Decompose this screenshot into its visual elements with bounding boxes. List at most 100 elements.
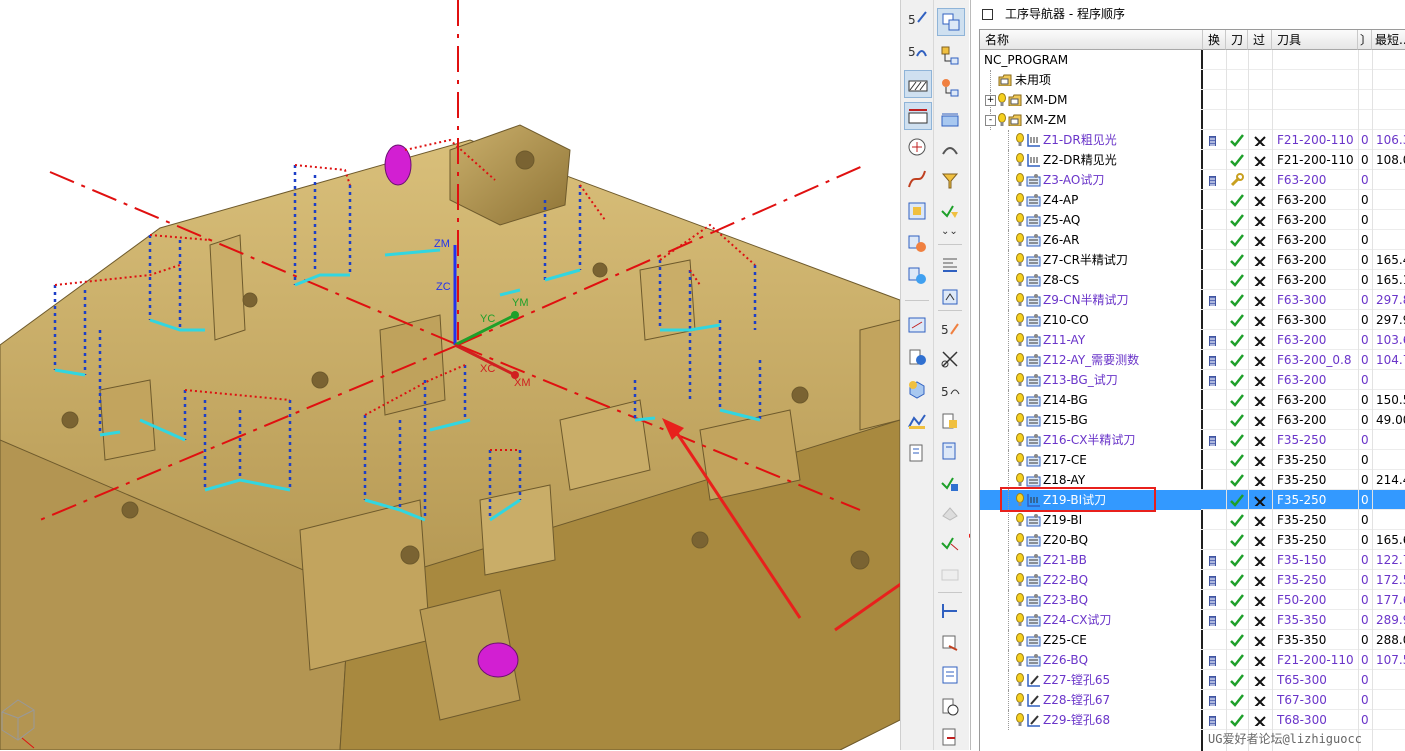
tree-line <box>1008 570 1010 590</box>
bar-icon[interactable] <box>904 102 932 130</box>
axis-label-zc: ZC <box>436 281 451 293</box>
zlevel-icon <box>1026 353 1041 367</box>
column-header-tool[interactable]: 刀具 <box>1272 30 1358 50</box>
output-icon[interactable] <box>937 598 963 624</box>
column-header-path[interactable]: 刀 <box>1226 30 1248 50</box>
expand-icon[interactable]: + <box>985 95 996 106</box>
operation-row[interactable]: Z28-镗孔67 T67-300 0 <box>980 690 1405 710</box>
operation-row[interactable]: Z21-BB F35-150 0 122.7 <box>980 550 1405 570</box>
model-view[interactable]: ZM ZC YC YM XC XM <box>0 0 900 750</box>
shop-doc-icon[interactable] <box>937 662 963 688</box>
create-program-icon[interactable]: 5 <box>904 6 930 32</box>
postprocess-icon[interactable] <box>937 630 963 656</box>
operation-row[interactable]: Z8-CS F63-200 0 165.1 <box>980 270 1405 290</box>
verify-icon[interactable] <box>937 530 963 556</box>
operation-row[interactable]: Z15-BG F63-200 0 49.00 <box>980 410 1405 430</box>
circle-icon[interactable] <box>904 134 930 160</box>
operation-row[interactable]: Z25-CE F35-350 0 288.0 <box>980 630 1405 650</box>
operation-row[interactable]: Z23-BQ F50-200 0 177.6 <box>980 590 1405 610</box>
operation-row[interactable]: Z14-BG F63-200 0 150.5 <box>980 390 1405 410</box>
operation-row[interactable]: Z1-DR粗见光 F21-200-110 0 106.3 <box>980 130 1405 150</box>
clock-icon[interactable] <box>937 694 963 720</box>
column-header-verify[interactable]: 过 <box>1248 30 1272 50</box>
tool-change-icon <box>1209 714 1216 726</box>
column-header-extra[interactable]: 〕 <box>1358 30 1372 50</box>
program-row[interactable]: NC_PROGRAM <box>980 50 1405 70</box>
scissors-icon[interactable] <box>937 346 963 372</box>
document-icon[interactable] <box>937 438 963 464</box>
operation-row[interactable]: Z10-CO F63-300 0 297.9 <box>980 310 1405 330</box>
create-tool-icon[interactable]: 5 <box>904 38 930 64</box>
checkmark-icon[interactable] <box>937 198 963 224</box>
shortest-distance: 288.0 <box>1376 633 1405 647</box>
export-icon[interactable] <box>937 724 963 750</box>
operation-row[interactable]: Z26-BQ F21-200-110 0 107.5 <box>980 650 1405 670</box>
operation-row[interactable]: Z11-AY F63-200 0 103.6 <box>980 330 1405 350</box>
tool-name: F21-200-110 <box>1277 653 1354 667</box>
geometry-icon[interactable] <box>937 8 965 36</box>
status-bulb-icon <box>1016 333 1024 347</box>
operation-row[interactable]: Z19-BI F35-250 0 <box>980 510 1405 530</box>
shortest-distance: 165.6 <box>1376 533 1405 547</box>
graphics-viewport[interactable]: ZM ZC YC YM XC XM <box>0 0 900 750</box>
operation-row[interactable]: Z7-CR半精试刀 F63-200 0 165.4 <box>980 250 1405 270</box>
column-header-name[interactable]: 名称 <box>980 30 1203 50</box>
collapse-icon[interactable]: - <box>985 115 996 126</box>
tree-icon[interactable] <box>937 74 963 100</box>
operation-row[interactable]: Z9-CN半精试刀 F63-300 0 297.8 <box>980 290 1405 310</box>
not-verified-x-icon <box>1254 174 1266 186</box>
display-path-icon[interactable] <box>904 70 932 98</box>
tree-icon[interactable] <box>937 42 963 68</box>
operation-row[interactable]: Z4-AP F63-200 0 <box>980 190 1405 210</box>
verify-icon[interactable] <box>904 344 930 370</box>
funnel-icon[interactable] <box>937 168 963 194</box>
operation-row[interactable]: Z13-BG_试刀 F63-200 0 <box>980 370 1405 390</box>
operation-row[interactable]: Z3-AO试刀 F63-200 0 <box>980 170 1405 190</box>
list-icon[interactable] <box>937 252 963 278</box>
path-ok-check-icon <box>1230 473 1244 487</box>
frame-icon[interactable] <box>904 198 930 224</box>
column-header-tool-change[interactable]: 换 <box>1203 30 1226 50</box>
curve-icon[interactable] <box>904 166 930 192</box>
status-bulb-icon <box>1016 613 1024 627</box>
simulate-icon[interactable] <box>904 408 930 434</box>
operation-row[interactable]: Z22-BQ F35-250 0 172.5 <box>980 570 1405 590</box>
machine-icon[interactable] <box>937 138 963 164</box>
tool-name: F21-200-110 <box>1277 133 1354 147</box>
expand-icon[interactable]: ⌄⌄ <box>937 222 963 238</box>
paste-icon[interactable] <box>937 408 963 434</box>
operation-row[interactable]: Z17-CE F35-250 0 <box>980 450 1405 470</box>
generate-icon[interactable] <box>937 470 963 496</box>
tool-name: F63-200 <box>1277 413 1327 427</box>
operation-row[interactable]: Z5-AQ F63-200 0 <box>980 210 1405 230</box>
sort-icon[interactable] <box>937 284 963 310</box>
operation-row[interactable]: Z12-AY_需要测数 F63-200_0.8 0 104.7 <box>980 350 1405 370</box>
tool-number: 0 <box>1361 693 1369 707</box>
program-row[interactable]: + XM-DM <box>980 90 1405 110</box>
operation-row[interactable]: Z29-镗孔68 T68-300 0 <box>980 710 1405 730</box>
operation-name: Z21-BB <box>1043 553 1087 567</box>
operation-row[interactable]: Z20-BQ F35-250 0 165.6 <box>980 530 1405 550</box>
postprocess-icon[interactable] <box>904 440 930 466</box>
shortest-distance: 108.0 <box>1376 153 1405 167</box>
operation-row[interactable]: Z16-CX半精试刀 F35-250 0 <box>980 430 1405 450</box>
zlevel-icon <box>1026 253 1041 267</box>
settings-icon[interactable] <box>904 230 930 256</box>
machine-icon[interactable] <box>904 312 930 338</box>
cut-icon[interactable]: 5 <box>937 316 963 342</box>
gears-icon[interactable] <box>904 262 930 288</box>
column-header-shortest[interactable]: 最短... <box>1372 30 1405 50</box>
operation-row[interactable]: Z27-镗孔65 T65-300 0 <box>980 670 1405 690</box>
operation-name: Z2-DR精见光 <box>1043 153 1117 167</box>
operation-row[interactable]: Z6-AR F63-200 0 <box>980 230 1405 250</box>
copy-icon[interactable]: 5 <box>937 378 963 404</box>
pin-checkbox[interactable] <box>982 9 993 20</box>
shortest-distance <box>1376 450 1405 470</box>
program-row[interactable]: - XM-ZM <box>980 110 1405 130</box>
tool-change-icon <box>1209 434 1216 446</box>
cube-icon[interactable] <box>937 106 963 132</box>
operation-row[interactable]: Z24-CX试刀 F35-350 0 289.9 <box>980 610 1405 630</box>
operation-row[interactable]: Z2-DR精见光 F21-200-110 0 108.0 <box>980 150 1405 170</box>
program-row[interactable]: 未用项 <box>980 70 1405 90</box>
cube-icon[interactable] <box>904 376 930 402</box>
